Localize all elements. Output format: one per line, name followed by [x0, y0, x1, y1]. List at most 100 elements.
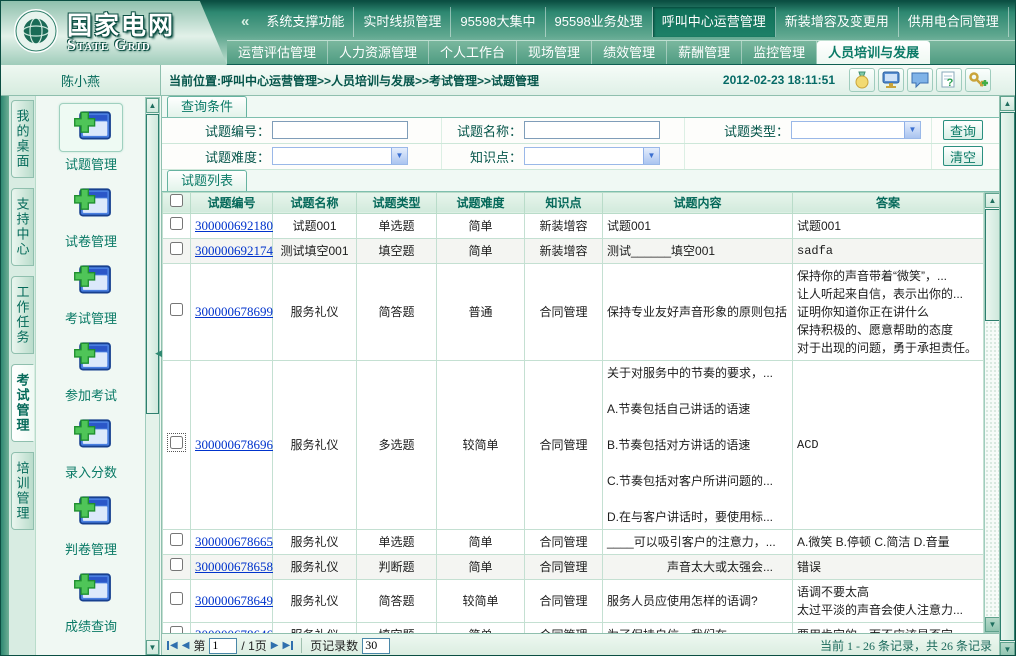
logo: 国家电网 State Grid: [1, 1, 227, 65]
sidebar-item-score-entry[interactable]: 录入分数: [38, 406, 144, 483]
question-id-link[interactable]: 300000678658: [195, 559, 273, 574]
top-banner: 国家电网 State Grid « 系统支撑功能 实时线损管理 95598大集中…: [1, 1, 1015, 65]
row-checkbox[interactable]: [170, 592, 183, 605]
nav-scroll-left-icon[interactable]: «: [233, 7, 257, 37]
sidebar-edge: [1, 96, 9, 656]
next-page-button[interactable]: ▶: [271, 640, 279, 651]
row-checkbox[interactable]: [170, 242, 183, 255]
nav-item-salary-mgmt[interactable]: 薪酬管理: [667, 41, 742, 64]
nav-item-performance-mgmt[interactable]: 绩效管理: [592, 41, 667, 64]
table-header-row: 试题编号 试题名称 试题类型 试题难度 知识点 试题内容 答案: [163, 192, 984, 213]
row-checkbox[interactable]: [170, 626, 183, 633]
prev-page-button[interactable]: ◀: [182, 640, 190, 651]
tab-query-conditions[interactable]: 查询条件: [167, 96, 247, 117]
page-number-input[interactable]: [209, 638, 237, 654]
chevron-down-icon: ▼: [904, 122, 920, 138]
sidebar-tabs: 我的桌面 支持中心 工作任务 考试管理 培训管理: [9, 96, 35, 656]
scrollbar-thumb[interactable]: [985, 209, 1000, 321]
page-prefix-label: 第: [193, 637, 205, 654]
sidebar-tab-training-mgmt[interactable]: 培训管理: [11, 452, 34, 530]
nav-item-monitoring-mgmt[interactable]: 监控管理: [742, 41, 817, 64]
page-scrollbar[interactable]: ▲ ▼: [999, 96, 1015, 656]
row-checkbox[interactable]: [170, 217, 183, 230]
clear-button[interactable]: 清空: [943, 146, 983, 166]
sidebar-tab-my-desktop[interactable]: 我的桌面: [11, 100, 34, 178]
page-size-input[interactable]: [362, 638, 390, 654]
key-add-icon[interactable]: [965, 68, 991, 92]
question-name-input[interactable]: [524, 121, 660, 139]
sidebar: 我的桌面 支持中心 工作任务 考试管理 培训管理 试题管理 试卷管理 考试管理: [1, 96, 161, 656]
question-id-link[interactable]: 300000678665: [195, 534, 273, 549]
sidebar-item-exam-mgmt[interactable]: 考试管理: [38, 252, 144, 329]
current-user: 陈小燕: [1, 65, 161, 95]
question-no-input[interactable]: [272, 121, 408, 139]
toolbar-icons: ?: [849, 68, 991, 92]
nav-item-95598-central[interactable]: 95598大集中: [451, 7, 545, 37]
nav-item-personal-workspace[interactable]: 个人工作台: [429, 41, 517, 64]
nav-item-hr-mgmt[interactable]: 人力资源管理: [328, 41, 429, 64]
row-checkbox[interactable]: [170, 303, 183, 316]
tab-question-list[interactable]: 试题列表: [167, 170, 247, 191]
nav-item-line-loss[interactable]: 实时线损管理: [354, 7, 451, 37]
medal-icon[interactable]: [849, 68, 875, 92]
nav-item-supply-contract[interactable]: 供用电合同管理: [899, 7, 1009, 37]
sidebar-item-score-query[interactable]: 成绩查询: [38, 560, 144, 637]
question-id-link[interactable]: 300000678649: [195, 593, 273, 608]
scroll-down-icon[interactable]: ▼: [146, 640, 159, 655]
primary-nav: « 系统支撑功能 实时线损管理 95598大集中 95598业务处理 呼叫中心运…: [233, 7, 1013, 37]
scroll-down-icon[interactable]: ▼: [1000, 642, 1015, 656]
table-row: 300000678658 服务礼仪 判断题 简单 合同管理 声音太大或太强会..…: [163, 554, 984, 579]
sidebar-item-take-exam[interactable]: 参加考试: [38, 329, 144, 406]
last-page-button[interactable]: ▶: [282, 640, 293, 651]
knowledge-point-select[interactable]: ▼: [524, 147, 660, 165]
nav-item-onsite-mgmt[interactable]: 现场管理: [517, 41, 592, 64]
question-type-select[interactable]: ▼: [791, 121, 921, 139]
question-table: 试题编号 试题名称 试题类型 试题难度 知识点 试题内容 答案 30000069…: [162, 192, 1001, 633]
scroll-down-icon[interactable]: ▼: [985, 617, 1000, 632]
table-row: 300000678649 服务礼仪 简答题 较简单 合同管理 服务人员应使用怎样…: [163, 579, 984, 622]
question-id-link[interactable]: 300000692180: [195, 218, 273, 233]
search-button[interactable]: 查询: [943, 120, 983, 140]
select-all-checkbox[interactable]: [170, 194, 183, 207]
sidebar-tab-support-center[interactable]: 支持中心: [11, 188, 34, 266]
sidebar-item-question-mgmt[interactable]: 试题管理: [38, 98, 144, 175]
breadcrumb-bar: 陈小燕 当前位置:呼叫中心运营管理>>人员培训与发展>>考试管理>>试题管理 2…: [1, 65, 1015, 96]
scrollbar-thumb[interactable]: [146, 114, 159, 414]
nav-item-95598-business[interactable]: 95598业务处理: [546, 7, 653, 37]
scrollbar-thumb[interactable]: [1000, 112, 1015, 641]
sidebar-collapse-handle[interactable]: ◀: [155, 348, 162, 359]
main-content: 查询条件 试题编号： 试题名称： 试题类型： ▼ 查询: [161, 96, 1001, 656]
sidebar-item-grading-mgmt[interactable]: 判卷管理: [38, 483, 144, 560]
question-id-link[interactable]: 300000678646: [195, 627, 273, 633]
question-id-link[interactable]: 300000678696: [195, 437, 273, 452]
window-plus-icon: [59, 488, 123, 537]
sidebar-tab-work-tasks[interactable]: 工作任务: [11, 276, 34, 354]
difficulty-label: 试题难度：: [162, 147, 270, 166]
row-checkbox[interactable]: [170, 436, 183, 449]
nav-item-system-support[interactable]: 系统支撑功能: [257, 7, 354, 37]
sidebar-item-paper-mgmt[interactable]: 试卷管理: [38, 175, 144, 252]
nav-item-new-install-change[interactable]: 新装增容及变更用: [776, 7, 899, 37]
page-size-label: 页记录数: [310, 637, 358, 654]
scroll-up-icon[interactable]: ▲: [146, 98, 159, 113]
pagination-bar: ◀ ◀ 第 / 1页 ▶ ▶ 页记录数 当前 1 - 26 条记录，共 26 条…: [162, 633, 1001, 656]
question-id-link[interactable]: 300000692174: [195, 243, 273, 258]
first-page-button[interactable]: ◀: [167, 640, 178, 651]
nav-item-training-dev[interactable]: 人员培训与发展: [817, 41, 930, 64]
help-doc-icon[interactable]: ?: [936, 68, 962, 92]
monitor-icon[interactable]: [878, 68, 904, 92]
scroll-up-icon[interactable]: ▲: [1000, 96, 1015, 111]
sidebar-tab-exam-mgmt[interactable]: 考试管理: [11, 364, 34, 442]
nav-scroll-right-icon[interactable]: »: [1009, 7, 1016, 37]
scroll-up-icon[interactable]: ▲: [985, 193, 1000, 208]
sidebar-panel: 试题管理 试卷管理 考试管理 参加考试 录入分数: [35, 96, 161, 656]
difficulty-select[interactable]: ▼: [272, 147, 408, 165]
nav-item-call-center-ops[interactable]: 呼叫中心运营管理: [653, 7, 776, 37]
row-checkbox[interactable]: [170, 558, 183, 571]
sidebar-scrollbar[interactable]: ▲ ▼: [145, 97, 160, 656]
nav-item-operation-eval[interactable]: 运营评估管理: [227, 41, 328, 64]
chat-icon[interactable]: [907, 68, 933, 92]
question-id-link[interactable]: 300000678699: [195, 304, 273, 319]
row-checkbox[interactable]: [170, 533, 183, 546]
logo-subtitle: State Grid: [67, 39, 175, 53]
